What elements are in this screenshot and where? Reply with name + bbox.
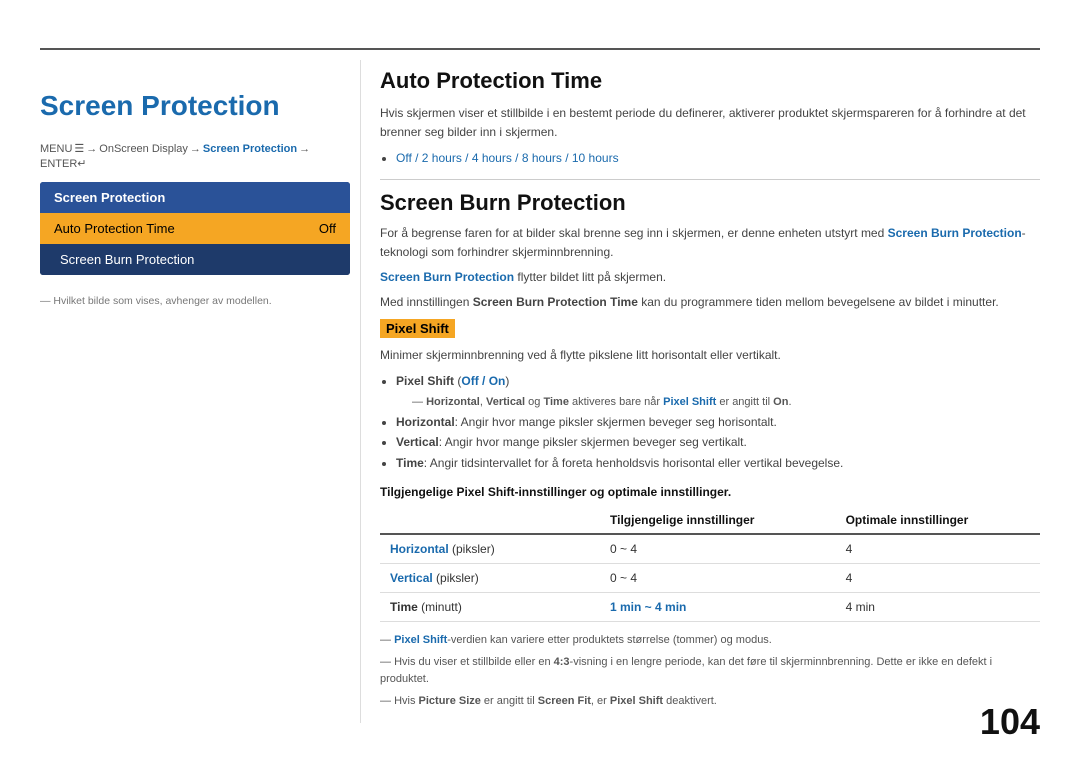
horizontal-cell: Horizontal: [390, 542, 449, 556]
fn3-bold3: Pixel Shift: [610, 695, 663, 707]
footnote-1: Pixel Shift-verdien kan variere etter pr…: [380, 632, 1040, 650]
left-panel: Screen Protection MENU ☰ → OnScreen Disp…: [40, 60, 350, 723]
section2-body1: For å begrense faren for at bilder skal …: [380, 224, 1040, 262]
bullet-item-4: Time: Angir tidsintervallet for å foreta…: [396, 453, 1040, 473]
menu-box: Screen Protection Auto Protection Time O…: [40, 182, 350, 275]
footnote-3: Hvis Picture Size er angitt til Screen F…: [380, 693, 1040, 711]
page-title: Screen Protection: [40, 90, 350, 122]
optimal-time: 4 min: [836, 592, 1040, 621]
time-unit: (minutt): [421, 600, 462, 614]
fn3-bold2: Screen Fit: [538, 695, 591, 707]
table-caption: Tilgjengelige Pixel Shift-innstillinger …: [380, 485, 1040, 499]
off-on: Off / On: [461, 374, 505, 388]
available-time: 1 min ~ 4 min: [600, 592, 836, 621]
table-header-row: Tilgjengelige innstillinger Optimale inn…: [380, 507, 1040, 534]
section2-body3: Med innstillingen Screen Burn Protection…: [380, 293, 1040, 312]
bullet-text: Off / 2 hours / 4 hours / 8 hours / 10 h…: [396, 151, 619, 165]
horizontal-label: Horizontal: [396, 415, 455, 429]
bullet-item-1: Pixel Shift (Off / On) — Horizontal, Ver…: [396, 371, 1040, 412]
menu-prefix: MENU: [40, 143, 72, 155]
menu-item-value: Off: [319, 221, 336, 236]
menu-item-auto-protection[interactable]: Auto Protection Time Off: [40, 213, 350, 244]
row-label-horizontal: Horizontal (piksler): [380, 534, 600, 564]
fn2-bold: 4:3: [554, 656, 570, 668]
col-header-available: Tilgjengelige innstillinger: [600, 507, 836, 534]
top-divider: [40, 48, 1040, 50]
row-label-time: Time (minutt): [380, 592, 600, 621]
table-section: Tilgjengelige Pixel Shift-innstillinger …: [380, 485, 1040, 622]
pixel-shift-fn: Pixel Shift: [394, 634, 447, 646]
vertical-cell: Vertical: [390, 571, 433, 585]
footnotes-section: Pixel Shift-verdien kan variere etter pr…: [380, 632, 1040, 710]
menu-icon: ☰: [74, 142, 84, 155]
bullet-item-3: Vertical: Angir hvor mange piksler skjer…: [396, 432, 1040, 452]
section1-body: Hvis skjermen viser et stillbilde i en b…: [380, 104, 1040, 142]
horizontal-unit: (piksler): [452, 542, 495, 556]
row-label-vertical: Vertical (piksler): [380, 563, 600, 592]
section2-title: Screen Burn Protection: [380, 190, 1040, 216]
menu-item-2: Screen Protection: [203, 143, 297, 155]
available-vertical: 0 ~ 4: [600, 563, 836, 592]
right-panel: Auto Protection Time Hvis skjermen viser…: [380, 60, 1040, 723]
left-footnote: Hvilket bilde som vises, avhenger av mod…: [40, 295, 350, 307]
fn3-bold1: Picture Size: [419, 695, 481, 707]
table-row: Time (minutt) 1 min ~ 4 min 4 min: [380, 592, 1040, 621]
menu-enter: ENTER↵: [40, 157, 87, 170]
pixel-shift-label: Pixel Shift: [396, 374, 454, 388]
screen-burn-link: Screen Burn Protection: [888, 226, 1022, 240]
menu-path: MENU ☰ → OnScreen Display → Screen Prote…: [40, 142, 350, 170]
arrow-1: →: [86, 143, 97, 155]
menu-item-1: OnScreen Display: [99, 143, 188, 155]
sub-bullet-1: — Horizontal, Vertical og Time aktiveres…: [412, 396, 792, 408]
menu-box-header: Screen Protection: [40, 182, 350, 213]
bullet-item-2: Horizontal: Angir hvor mange piksler skj…: [396, 412, 1040, 432]
footnote-2: Hvis du viser et stillbilde eller en 4:3…: [380, 654, 1040, 689]
table-row: Vertical (piksler) 0 ~ 4 4: [380, 563, 1040, 592]
optimal-vertical: 4: [836, 563, 1040, 592]
table-row: Horizontal (piksler) 0 ~ 4 4: [380, 534, 1040, 564]
screen-burn-ref: Screen Burn Protection: [380, 270, 514, 284]
arrow-2: →: [190, 143, 201, 155]
page-number: 104: [980, 701, 1040, 743]
menu-item-screen-burn[interactable]: Screen Burn Protection: [40, 244, 350, 275]
col-header-optimal: Optimale innstillinger: [836, 507, 1040, 534]
section1-bullets: Off / 2 hours / 4 hours / 8 hours / 10 h…: [396, 148, 1040, 168]
pixel-shift-body: Minimer skjerminnbrenning ved å flytte p…: [380, 346, 1040, 365]
col-header-label: [380, 507, 600, 534]
vertical-label: Vertical: [396, 435, 439, 449]
menu-item-label: Auto Protection Time: [54, 221, 175, 236]
arrow-3: →: [299, 143, 310, 155]
optimal-horizontal: 4: [836, 534, 1040, 564]
pixel-shift-bullets: Pixel Shift (Off / On) — Horizontal, Ver…: [396, 371, 1040, 473]
data-table: Tilgjengelige innstillinger Optimale inn…: [380, 507, 1040, 622]
screen-burn-time-ref: Screen Burn Protection Time: [473, 295, 638, 309]
bullet-item: Off / 2 hours / 4 hours / 8 hours / 10 h…: [396, 148, 1040, 168]
available-horizontal: 0 ~ 4: [600, 534, 836, 564]
section1-title: Auto Protection Time: [380, 68, 1040, 94]
vertical-unit: (piksler): [436, 571, 479, 585]
menu-item-label: Screen Burn Protection: [60, 252, 194, 267]
time-label: Time: [396, 456, 424, 470]
time-cell: Time: [390, 600, 418, 614]
vertical-divider: [360, 60, 361, 723]
section2-body2: Screen Burn Protection flytter bildet li…: [380, 268, 1040, 287]
pixel-shift-badge: Pixel Shift: [380, 319, 455, 338]
section-divider: [380, 179, 1040, 180]
